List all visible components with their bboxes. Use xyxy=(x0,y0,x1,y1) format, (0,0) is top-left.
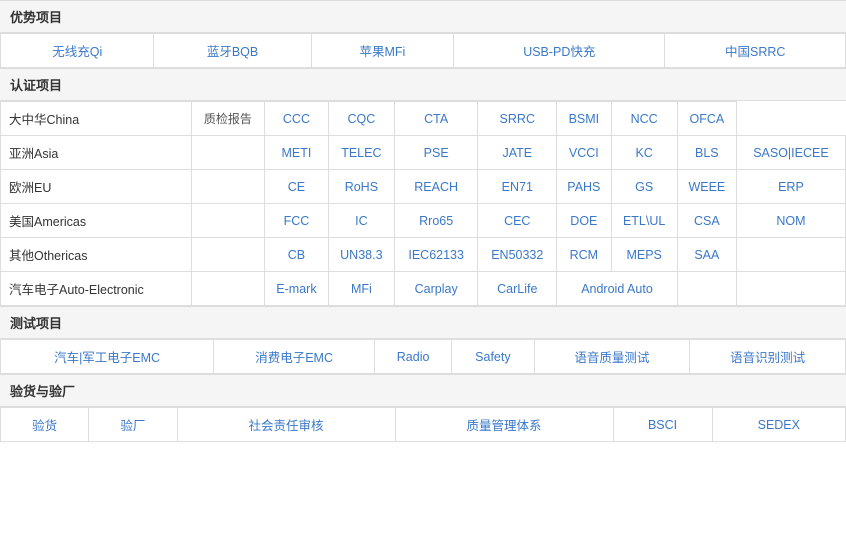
cert-meps: MEPS xyxy=(611,238,677,272)
test-item-6: 语音识别测试 xyxy=(690,340,846,374)
advantage-item-1: 无线充Qi xyxy=(1,34,154,68)
advantage-table: 无线充Qi 蓝牙BQB 苹果MFi USB-PD快充 中国SRRC xyxy=(0,33,846,68)
advantage-item-3: 苹果MFi xyxy=(311,34,454,68)
cert-carlife: CarLife xyxy=(478,272,557,306)
cert-carplay: Carplay xyxy=(395,272,478,306)
inspect-item-1: 验货 xyxy=(1,408,89,442)
cert-bsmi: BSMI xyxy=(557,102,611,136)
category-auto: 汽车电子Auto-Electronic xyxy=(1,272,192,306)
cert-en71: EN71 xyxy=(478,170,557,204)
test-item-2: 消费电子EMC xyxy=(214,340,375,374)
cert-doe: DOE xyxy=(557,204,611,238)
certification-table: 大中华China 质检报告 CCC CQC CTA SRRC BSMI NCC … xyxy=(0,101,846,306)
cert-ncc: NCC xyxy=(611,102,677,136)
cert-emark: E-mark xyxy=(265,272,329,306)
inspection-table: 验货 验厂 社会责任审核 质量管理体系 BSCI SEDEX xyxy=(0,407,846,442)
test-item-3: Radio xyxy=(375,340,452,374)
cert-iec62133: IEC62133 xyxy=(395,238,478,272)
china-label: 质检报告 xyxy=(191,102,265,136)
advantage-item-5: 中国SRRC xyxy=(665,34,846,68)
cert-etlul: ETL\UL xyxy=(611,204,677,238)
inspection-section: 验货与验厂 验货 验厂 社会责任审核 质量管理体系 BSCI SEDEX xyxy=(0,374,846,442)
asia-label xyxy=(191,136,265,170)
testing-table: 汽车|军工电子EMC 消费电子EMC Radio Safety 语音质量测试 语… xyxy=(0,339,846,374)
table-row: 美国Americas FCC IC Rro65 CEC DOE ETL\UL C… xyxy=(1,204,846,238)
cert-other-empty xyxy=(736,238,845,272)
cert-meti: METI xyxy=(265,136,329,170)
cert-bls: BLS xyxy=(677,136,736,170)
cert-auto-empty1 xyxy=(677,272,736,306)
cert-cec: CEC xyxy=(478,204,557,238)
cert-srrc: SRRC xyxy=(478,102,557,136)
certification-title: 认证项目 xyxy=(0,68,846,101)
table-row: 大中华China 质检报告 CCC CQC CTA SRRC BSMI NCC … xyxy=(1,102,846,136)
inspection-title: 验货与验厂 xyxy=(0,374,846,407)
cert-cb: CB xyxy=(265,238,329,272)
testing-section: 测试项目 汽车|军工电子EMC 消费电子EMC Radio Safety 语音质… xyxy=(0,306,846,374)
cert-pse: PSE xyxy=(395,136,478,170)
inspect-item-4: 质量管理体系 xyxy=(395,408,613,442)
inspect-item-2: 验厂 xyxy=(89,408,177,442)
cert-ce: CE xyxy=(265,170,329,204)
cert-ic: IC xyxy=(328,204,394,238)
cert-telec: TELEC xyxy=(328,136,394,170)
test-item-1: 汽车|军工电子EMC xyxy=(1,340,214,374)
cert-csa: CSA xyxy=(677,204,736,238)
category-china: 大中华China xyxy=(1,102,192,136)
cert-kc: KC xyxy=(611,136,677,170)
cert-ccc: CCC xyxy=(265,102,329,136)
cert-cqc: CQC xyxy=(328,102,394,136)
cert-weee: WEEE xyxy=(677,170,736,204)
cert-jate: JATE xyxy=(478,136,557,170)
test-item-4: Safety xyxy=(452,340,534,374)
test-item-5: 语音质量测试 xyxy=(534,340,690,374)
cert-fcc: FCC xyxy=(265,204,329,238)
inspect-item-5: BSCI xyxy=(613,408,712,442)
table-row: 亚洲Asia METI TELEC PSE JATE VCCI KC BLS S… xyxy=(1,136,846,170)
inspect-item-6: SEDEX xyxy=(712,408,845,442)
advantage-section: 优势项目 无线充Qi 蓝牙BQB 苹果MFi USB-PD快充 中国SRRC xyxy=(0,0,846,68)
cert-rro65: Rro65 xyxy=(395,204,478,238)
category-americas: 美国Americas xyxy=(1,204,192,238)
table-row: 其他Othericas CB UN38.3 IEC62133 EN50332 R… xyxy=(1,238,846,272)
inspect-item-3: 社会责任审核 xyxy=(177,408,395,442)
cert-reach: REACH xyxy=(395,170,478,204)
other-label xyxy=(191,238,265,272)
cert-saso: SASO|IECEE xyxy=(736,136,845,170)
advantage-title: 优势项目 xyxy=(0,0,846,33)
advantage-item-2: 蓝牙BQB xyxy=(154,34,311,68)
auto-label xyxy=(191,272,265,306)
cert-cta: CTA xyxy=(395,102,478,136)
cert-ofca: OFCA xyxy=(677,102,736,136)
cert-un383: UN38.3 xyxy=(328,238,394,272)
eu-label xyxy=(191,170,265,204)
category-other: 其他Othericas xyxy=(1,238,192,272)
cert-saa: SAA xyxy=(677,238,736,272)
cert-rcm: RCM xyxy=(557,238,611,272)
cert-vcci: VCCI xyxy=(557,136,611,170)
certification-section: 认证项目 大中华China 质检报告 CCC CQC CTA SRRC BSMI… xyxy=(0,68,846,306)
cert-auto-empty2 xyxy=(736,272,845,306)
cert-gs: GS xyxy=(611,170,677,204)
cert-nom: NOM xyxy=(736,204,845,238)
cert-rohs: RoHS xyxy=(328,170,394,204)
table-row: 汽车电子Auto-Electronic E-mark MFi Carplay C… xyxy=(1,272,846,306)
table-row: 欧洲EU CE RoHS REACH EN71 PAHS GS WEEE ERP xyxy=(1,170,846,204)
cert-en50332: EN50332 xyxy=(478,238,557,272)
category-eu: 欧洲EU xyxy=(1,170,192,204)
cert-mfi: MFi xyxy=(328,272,394,306)
testing-title: 测试项目 xyxy=(0,306,846,339)
cert-android-auto: Android Auto xyxy=(557,272,678,306)
cert-erp: ERP xyxy=(736,170,845,204)
americas-label xyxy=(191,204,265,238)
category-asia: 亚洲Asia xyxy=(1,136,192,170)
advantage-item-4: USB-PD快充 xyxy=(454,34,665,68)
cert-pahs: PAHS xyxy=(557,170,611,204)
